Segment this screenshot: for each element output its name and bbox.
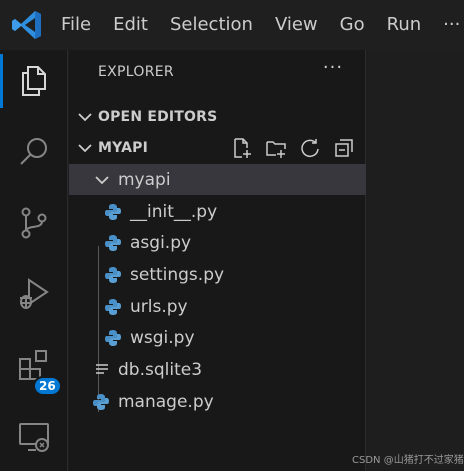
refresh-button[interactable] [297, 135, 323, 161]
menu-more[interactable]: ··· [432, 0, 464, 50]
source-control-icon [21, 207, 47, 239]
python-file-icon [105, 235, 121, 251]
project-label: MYAPI [98, 140, 149, 156]
files-icon [22, 66, 46, 96]
file-name: settings.py [130, 264, 225, 285]
tree-file-manage[interactable]: manage.py [69, 386, 366, 417]
explorer-sidebar: EXPLORER ··· OPEN EDITORS MYAPI myapi __… [69, 50, 366, 471]
title-bar: File Edit Selection View Go Run ··· [0, 0, 464, 50]
collapse-all-icon [335, 139, 353, 157]
menu-edit[interactable]: Edit [102, 0, 159, 50]
chevron-down-icon [78, 144, 92, 153]
file-name: __init__.py [130, 201, 218, 222]
menu-go[interactable]: Go [329, 0, 376, 50]
explorer-title: EXPLORER [98, 64, 174, 80]
activity-run-debug[interactable] [0, 263, 68, 325]
project-section[interactable]: MYAPI [69, 133, 366, 163]
tree-file-urls[interactable]: urls.py [69, 291, 366, 322]
new-file-icon [234, 138, 251, 158]
search-icon [20, 138, 47, 165]
activity-extensions[interactable]: 26 [0, 334, 68, 396]
menu-file[interactable]: File [50, 0, 102, 50]
menu-selection[interactable]: Selection [159, 0, 264, 50]
file-name: asgi.py [130, 232, 192, 253]
text-file-icon [96, 364, 108, 374]
vscode-logo-icon [12, 11, 41, 39]
open-editors-section[interactable]: OPEN EDITORS [69, 102, 366, 132]
python-file-icon [105, 299, 121, 315]
new-folder-button[interactable] [263, 135, 289, 161]
file-name: db.sqlite3 [118, 359, 203, 380]
chevron-right-icon [78, 113, 92, 122]
tree-file-db[interactable]: db.sqlite3 [69, 354, 366, 385]
run-debug-icon [20, 278, 49, 309]
activity-remote-explorer[interactable] [0, 405, 68, 467]
menu-bar: File Edit Selection View Go Run ··· [50, 0, 464, 50]
menu-run[interactable]: Run [376, 0, 433, 50]
watermark: CSDN @山猪打不过家猪 [352, 455, 464, 466]
file-name: urls.py [130, 296, 188, 317]
tree-file-init[interactable]: __init__.py [69, 196, 366, 227]
tree-file-settings[interactable]: settings.py [69, 259, 366, 290]
tree-file-asgi[interactable]: asgi.py [69, 227, 366, 258]
tree-file-wsgi[interactable]: wsgi.py [69, 322, 366, 353]
collapse-all-button[interactable] [331, 135, 357, 161]
tree-folder-myapi[interactable]: myapi [69, 164, 366, 195]
python-file-icon [93, 394, 109, 410]
file-name: wsgi.py [130, 327, 195, 348]
python-file-icon [105, 267, 121, 283]
file-name: manage.py [118, 391, 214, 412]
python-file-icon [105, 204, 121, 220]
activity-bar: 26 [0, 50, 68, 471]
activity-source-control[interactable] [0, 192, 68, 254]
chevron-down-icon [95, 176, 109, 185]
folder-name: myapi [118, 169, 171, 190]
activity-search[interactable] [0, 121, 68, 183]
new-file-button[interactable] [229, 135, 255, 161]
remote-explorer-icon [19, 423, 49, 452]
python-file-icon [105, 330, 121, 346]
more-actions-icon[interactable]: ··· [321, 58, 345, 82]
new-folder-icon [266, 141, 286, 158]
extensions-badge: 26 [33, 376, 62, 396]
activity-explorer[interactable] [0, 50, 68, 112]
menu-view[interactable]: View [264, 0, 329, 50]
open-editors-label: OPEN EDITORS [98, 109, 218, 125]
explorer-actions [229, 135, 357, 161]
refresh-icon [301, 139, 319, 158]
